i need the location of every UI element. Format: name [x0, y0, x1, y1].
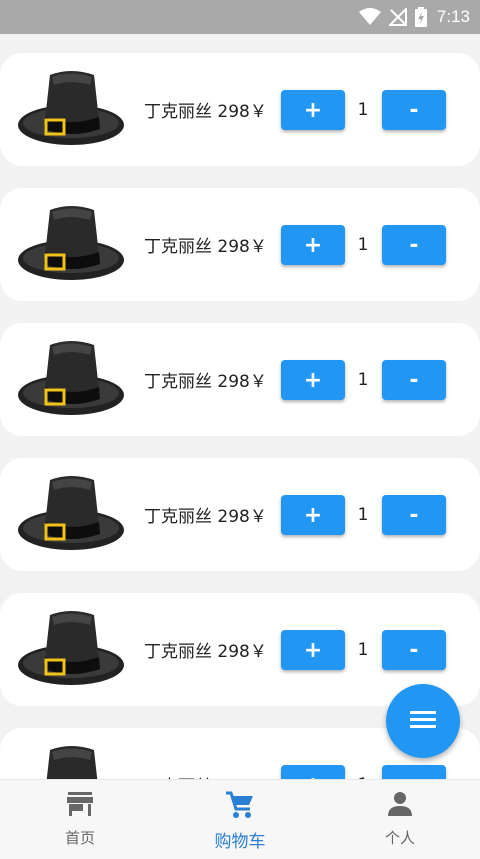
nav-label-cart: 购物车: [214, 832, 266, 852]
item-title: 丁克丽丝 298￥: [144, 507, 267, 527]
item-title: 丁克丽丝 298￥: [144, 237, 267, 257]
bottom-nav: 首页 购物车 个人: [0, 779, 480, 859]
item-quantity: 1: [357, 504, 369, 525]
increase-button[interactable]: +: [281, 360, 345, 400]
cart-list[interactable]: 丁克丽丝 298￥ + 1 - 丁克丽丝 298￥ + 1 - 丁克丽丝 298…: [0, 34, 480, 779]
item-quantity: 1: [357, 99, 369, 120]
item-quantity: 1: [357, 234, 369, 255]
pilgrim-hat-image: [16, 67, 126, 157]
item-title: 丁克丽丝 298￥: [144, 102, 267, 122]
pilgrim-hat-image: [16, 337, 126, 427]
increase-button[interactable]: +: [281, 765, 345, 779]
menu-fab-button[interactable]: [386, 684, 460, 758]
item-title: 丁克丽丝 298￥: [144, 642, 267, 662]
nav-item-home[interactable]: 首页: [0, 780, 160, 859]
item-quantity: 1: [357, 369, 369, 390]
nav-item-profile[interactable]: 个人: [320, 780, 480, 859]
increase-button[interactable]: +: [281, 90, 345, 130]
nav-label-home: 首页: [64, 829, 95, 847]
nav-label-profile: 个人: [384, 829, 415, 847]
store-icon: [66, 791, 94, 821]
decrease-button[interactable]: -: [382, 360, 446, 400]
item-quantity: 1: [352, 728, 374, 780]
cart-item: 丁克丽丝 298￥ + 1 -: [0, 188, 480, 301]
decrease-button[interactable]: -: [382, 495, 446, 535]
cart-item: 丁克丽丝 298￥ + 1 -: [0, 323, 480, 436]
pilgrim-hat-image: [16, 472, 126, 562]
nav-item-cart[interactable]: 购物车: [160, 780, 320, 859]
item-quantity: 1: [357, 639, 369, 660]
status-bar: 7:13: [0, 0, 480, 34]
menu-icon: [410, 709, 436, 733]
increase-button[interactable]: +: [281, 630, 345, 670]
no-signal-icon: [388, 8, 407, 26]
battery-charging-icon: [414, 7, 427, 27]
pilgrim-hat-image: [16, 202, 126, 292]
decrease-button[interactable]: -: [382, 765, 446, 779]
pilgrim-hat-image: [16, 607, 126, 697]
decrease-button[interactable]: -: [382, 225, 446, 265]
clock: 7:13: [436, 7, 470, 26]
item-title: 丁克丽丝 298￥: [144, 728, 267, 779]
increase-button[interactable]: +: [281, 225, 345, 265]
decrease-button[interactable]: -: [382, 630, 446, 670]
cart-icon: [225, 791, 255, 823]
person-icon: [387, 791, 413, 821]
wifi-icon: [358, 8, 381, 26]
increase-button[interactable]: +: [281, 495, 345, 535]
cart-item: 丁克丽丝 298￥ + 1 -: [0, 53, 480, 166]
pilgrim-hat-image: [16, 742, 126, 779]
decrease-button[interactable]: -: [382, 90, 446, 130]
cart-item: 丁克丽丝 298￥ + 1 -: [0, 458, 480, 571]
item-title: 丁克丽丝 298￥: [144, 372, 267, 392]
